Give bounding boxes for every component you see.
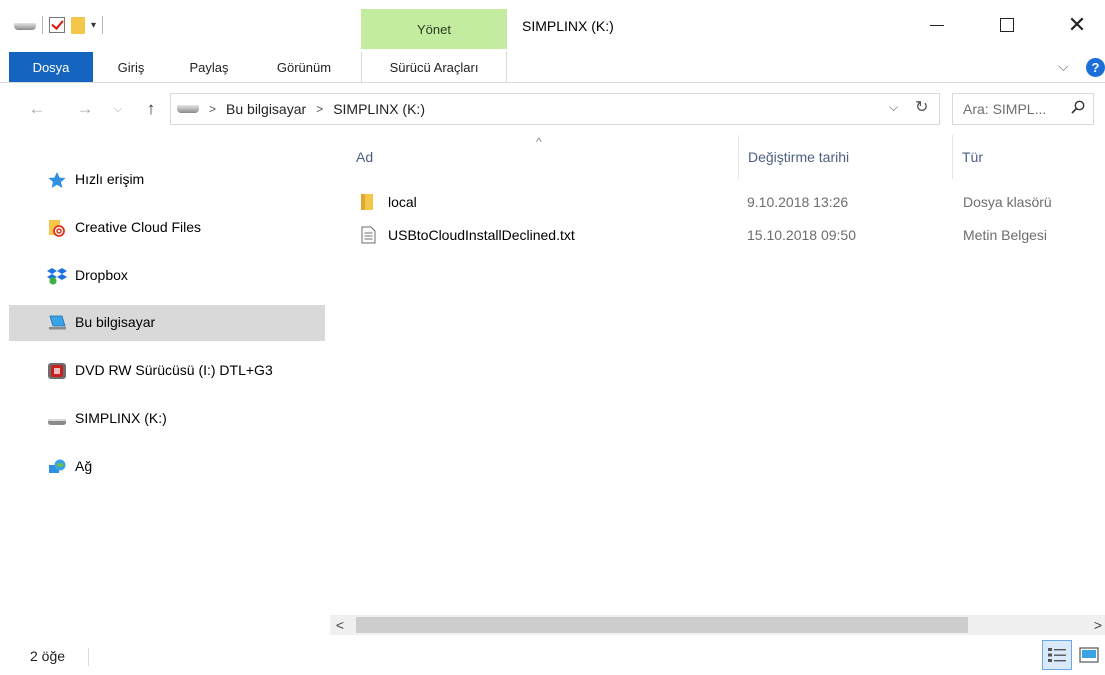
title-bar: ▾ Yönet SIMPLINX (K:) ✕ <box>0 0 1105 52</box>
minimize-icon <box>930 24 944 26</box>
column-divider[interactable] <box>952 135 953 179</box>
back-arrow-icon: ← <box>28 99 46 118</box>
sidebar-item-creative-cloud[interactable]: Creative Cloud Files <box>9 210 325 246</box>
scrollbar-thumb[interactable] <box>356 617 968 633</box>
search-input[interactable] <box>963 101 1068 117</box>
sidebar-item-this-pc[interactable]: Bu bilgisayar <box>9 305 325 341</box>
sidebar-item-label: Creative Cloud Files <box>75 219 202 235</box>
column-header-name[interactable]: Ad <box>356 135 736 179</box>
new-folder-icon[interactable] <box>71 16 85 34</box>
column-divider[interactable] <box>738 135 739 179</box>
file-type: Dosya klasörü <box>963 194 1052 210</box>
recent-locations-button[interactable]: ⌵ <box>108 97 128 121</box>
maximize-icon <box>1000 18 1014 32</box>
search-icon[interactable] <box>1071 100 1085 114</box>
dvd-drive-icon <box>48 363 66 379</box>
forward-button[interactable]: → <box>70 97 100 121</box>
sidebar-item-label: Ağ <box>75 458 93 474</box>
file-list: ^ Ad Değiştirme tarihi Tür local 9.10.20… <box>330 135 1105 615</box>
drive-icon[interactable] <box>14 21 36 30</box>
computer-icon <box>49 315 66 330</box>
creative-cloud-folder-icon <box>49 220 65 237</box>
sidebar-item-simplinx-drive[interactable]: SIMPLINX (K:) <box>9 401 325 437</box>
close-button[interactable]: ✕ <box>1054 8 1100 42</box>
text-file-icon <box>361 226 376 244</box>
tab-file[interactable]: Dosya <box>9 52 93 82</box>
sidebar-item-label: DVD RW Sürücüsü (I:) DTL+G3 <box>75 362 273 378</box>
address-bar[interactable]: > Bu bilgisayar > SIMPLINX (K:) ⌵ ↻ <box>170 93 940 125</box>
status-bar: 2 öğe <box>0 636 1105 675</box>
ribbon-tabs: Dosya Giriş Paylaş Görünüm Sürücü Araçla… <box>0 52 1105 83</box>
up-button[interactable]: ↑ <box>136 97 166 121</box>
tab-view[interactable]: Görünüm <box>262 52 346 82</box>
table-row[interactable]: USBtoCloudInstallDeclined.txt 15.10.2018… <box>352 219 1102 251</box>
properties-icon[interactable] <box>49 17 65 33</box>
sidebar-item-label: Hızlı erişim <box>75 171 145 187</box>
expand-ribbon-chevron-icon[interactable]: ⌵ <box>1058 58 1069 75</box>
breadcrumb-separator[interactable]: > <box>316 102 323 116</box>
folder-icon <box>361 194 373 210</box>
refresh-icon[interactable]: ↻ <box>915 97 928 117</box>
drive-icon <box>177 105 199 113</box>
window-title: SIMPLINX (K:) <box>522 18 614 34</box>
back-button[interactable]: ← <box>22 97 52 121</box>
details-view-icon <box>1048 648 1066 662</box>
close-icon: ✕ <box>1067 12 1087 37</box>
file-name: USBtoCloudInstallDeclined.txt <box>388 227 575 243</box>
help-icon[interactable]: ? <box>1086 58 1105 77</box>
dropbox-icon <box>47 268 67 285</box>
toolbar-separator <box>42 16 43 34</box>
sidebar-item-network[interactable]: Ağ <box>9 449 325 485</box>
up-arrow-icon: ↑ <box>146 99 156 118</box>
breadcrumb-this-pc[interactable]: Bu bilgisayar <box>226 101 306 117</box>
manage-context-tab: Yönet <box>361 9 507 49</box>
customize-toolbar-dropdown[interactable]: ▾ <box>91 20 96 31</box>
file-date: 15.10.2018 09:50 <box>747 227 856 243</box>
sidebar-item-label: Dropbox <box>75 267 128 283</box>
forward-arrow-icon: → <box>76 99 94 118</box>
file-date: 9.10.2018 13:26 <box>747 194 849 210</box>
large-icons-view-icon <box>1079 647 1099 663</box>
status-separator <box>88 648 89 666</box>
sidebar-item-dvd-drive[interactable]: DVD RW Sürücüsü (I:) DTL+G3 <box>9 353 325 389</box>
drive-icon <box>48 419 66 425</box>
address-dropdown-icon[interactable]: ⌵ <box>889 100 898 115</box>
chevron-down-icon: ⌵ <box>113 102 123 115</box>
item-count: 2 öğe <box>30 648 66 664</box>
scroll-left-icon[interactable]: < <box>330 615 350 635</box>
minimize-button[interactable] <box>914 8 960 42</box>
column-header-type[interactable]: Tür <box>962 135 1102 179</box>
large-icons-view-button[interactable] <box>1078 644 1100 666</box>
scroll-right-icon[interactable]: > <box>1088 615 1105 635</box>
quick-access-toolbar: ▾ <box>14 14 104 36</box>
file-type: Metin Belgesi <box>963 227 1048 243</box>
table-row[interactable]: local 9.10.2018 13:26 Dosya klasörü <box>352 186 1102 218</box>
sidebar-item-dropbox[interactable]: Dropbox <box>9 258 325 294</box>
column-header-date[interactable]: Değiştirme tarihi <box>748 135 948 179</box>
navigation-bar: ← → ⌵ ↑ > Bu bilgisayar > SIMPLINX (K:) … <box>0 83 1105 135</box>
breadcrumb-separator[interactable]: > <box>209 102 216 116</box>
breadcrumb-drive[interactable]: SIMPLINX (K:) <box>333 101 425 117</box>
tab-share[interactable]: Paylaş <box>176 52 242 82</box>
file-name: local <box>388 194 417 210</box>
network-icon <box>49 459 66 473</box>
toolbar-separator <box>102 16 104 34</box>
maximize-button[interactable] <box>984 8 1030 42</box>
sidebar-item-label: SIMPLINX (K:) <box>75 410 167 426</box>
tab-home[interactable]: Giriş <box>103 52 159 82</box>
sidebar-item-quick-access[interactable]: Hızlı erişim <box>9 162 325 198</box>
star-icon <box>48 172 66 188</box>
horizontal-scrollbar[interactable]: < > <box>330 615 1105 635</box>
navigation-pane: Hızlı erişim Creative Cloud Files Dropbo… <box>0 135 330 635</box>
tab-drive-tools[interactable]: Sürücü Araçları <box>361 52 507 82</box>
search-box[interactable] <box>952 93 1094 125</box>
sidebar-item-label: Bu bilgisayar <box>75 314 156 330</box>
details-view-button[interactable] <box>1042 640 1072 670</box>
